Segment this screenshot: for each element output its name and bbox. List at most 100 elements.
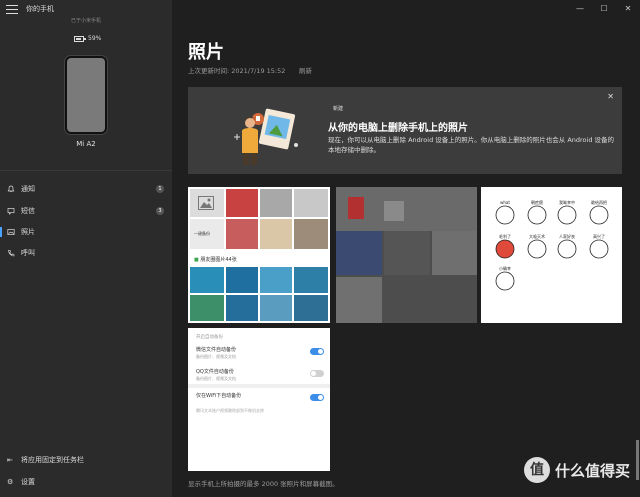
- watermark-logo: 值: [523, 457, 550, 483]
- photo-tile: [226, 267, 258, 293]
- photo-thumbnail-1[interactable]: 一键备份 ■ 朋友圈图片44张: [188, 187, 330, 323]
- sticker-face: [495, 271, 515, 291]
- photo-thumbnail-3[interactable]: what 朝疙瘩 我呦幸中 敢给再把毛利了 大吸灭术 人家好丧 高兴了小确幸: [481, 187, 622, 323]
- photo-icon: [7, 228, 15, 236]
- hamburger-menu-icon[interactable]: [6, 5, 18, 15]
- page-title: 照片: [188, 42, 224, 63]
- backup-setting-row: 微信文件自动备份 备份图片、视频及文档: [196, 346, 324, 360]
- setting-title: 微信文件自动备份: [196, 347, 237, 353]
- sticker-tile: 一键备份: [190, 219, 224, 249]
- battery-percent: 59%: [88, 35, 102, 42]
- watermark: 值 什么值得买: [523, 457, 630, 483]
- photo-tile: [294, 267, 328, 293]
- backup-setting-row: 仅在WiFi下自动备份: [196, 392, 324, 401]
- sticker-label: 毛利了: [499, 233, 511, 239]
- sidebar-item-messages[interactable]: 短信 3: [0, 202, 172, 220]
- photo-tile: [260, 219, 292, 249]
- sticker-face: [589, 205, 609, 225]
- photo-tile: [294, 189, 328, 217]
- sidebar: 你的手机 已于小米手机 59% Mi A2 通知 1 短信 3 照片 呼叫 ⇤ …: [0, 0, 172, 497]
- bell-icon: [7, 185, 15, 193]
- phone-call-icon: [7, 249, 15, 257]
- photo-tile: [260, 267, 292, 293]
- connected-status: 已于小米手机: [70, 18, 101, 24]
- photo-tile: [384, 231, 430, 275]
- sidebar-item-notifications[interactable]: 通知 1: [0, 180, 172, 198]
- album-label: 朋友圈图片44张: [200, 257, 237, 263]
- photo-thumbnail-4[interactable]: 开启自动备份 微信文件自动备份 备份图片、视频及文档 QQ文件自动备份 备份图片…: [188, 328, 330, 471]
- photo-tile: [348, 197, 364, 219]
- sticker-label: 高兴了: [593, 233, 605, 239]
- photo-tile: [260, 295, 292, 321]
- sticker-face: [589, 239, 609, 259]
- sticker-label: 我呦幸中: [559, 199, 575, 205]
- sticker-label: what: [500, 200, 510, 205]
- notification-count-badge: 1: [156, 185, 164, 193]
- photo-thumbnail-2[interactable]: [336, 187, 477, 323]
- photo-tile: [190, 295, 224, 321]
- album-header: ■ 朋友圈图片44张: [190, 253, 328, 265]
- last-update-time: 上次更新时间: 2021/7/19 15:52: [188, 67, 286, 75]
- main-content: — ☐ ✕ 照片 上次更新时间: 2021/7/19 15:52 刷新 ✕ 新建…: [172, 0, 640, 497]
- watermark-text: 什么值得买: [554, 461, 630, 480]
- photo-tile: [432, 231, 477, 275]
- settings-label: 设置: [21, 478, 35, 486]
- sticker-label: 敢给再把: [591, 199, 607, 205]
- photo-tile: [294, 295, 328, 321]
- close-icon[interactable]: ✕: [616, 0, 640, 16]
- photo-tile: [336, 277, 382, 323]
- album-check-icon: ■: [194, 257, 199, 263]
- banner-title: 从你的电脑上删除手机上的照片: [328, 123, 468, 134]
- setting-title: 仅在WiFi下自动备份: [196, 393, 242, 399]
- window-controls: — ☐ ✕: [568, 0, 640, 16]
- photo-tile: [336, 231, 382, 275]
- banner-description: 现在，你可以从电脑上删除 Android 设备上的照片。你从电脑上删除的照片也会…: [328, 136, 615, 154]
- sticker-text: 一键备份: [194, 231, 210, 236]
- photo-tile: [384, 201, 404, 221]
- app-title: 你的手机: [26, 5, 54, 13]
- sidebar-item-label: 通知: [21, 185, 35, 193]
- vertical-scrollbar[interactable]: [636, 440, 639, 480]
- photo-tile: [294, 219, 328, 249]
- sticker-face: [557, 205, 577, 225]
- pin-to-taskbar-button[interactable]: ⇤ 将应用固定到任务栏: [0, 452, 172, 468]
- photo-tile: [190, 267, 224, 293]
- sidebar-item-photos[interactable]: 照片: [0, 223, 172, 241]
- sticker-label: 朝疙瘩: [531, 199, 543, 205]
- sticker-grid: what 朝疙瘩 我呦幸中 敢给再把毛利了 大吸灭术 人家好丧 高兴了小确幸: [495, 199, 609, 291]
- sticker-face: [557, 239, 577, 259]
- sticker-face: [495, 205, 515, 225]
- phone-image: [65, 56, 107, 134]
- message-count-badge: 3: [156, 207, 164, 215]
- settings-note: 腾讯文本账户视频删除部到不做机去除: [196, 408, 264, 413]
- settings-button[interactable]: ⚙ 设置: [0, 474, 172, 490]
- pin-taskbar-label: 将应用固定到任务栏: [21, 456, 84, 464]
- sticker-label: 小确幸: [499, 265, 511, 271]
- backup-setting-row: QQ文件自动备份 备份图片、视频及文档: [196, 368, 324, 382]
- active-indicator: [0, 227, 2, 237]
- battery-icon: [74, 35, 86, 42]
- toggle-switch: [310, 348, 324, 355]
- sticker-label: 大吸灭术: [529, 233, 545, 239]
- toggle-switch: [310, 394, 324, 401]
- setting-subtitle: 备份图片、视频及文档: [196, 354, 236, 359]
- sidebar-item-calls[interactable]: 呼叫: [0, 244, 172, 262]
- refresh-link[interactable]: 刷新: [299, 65, 312, 75]
- setting-title: QQ文件自动备份: [196, 369, 234, 375]
- photo-tile: [260, 189, 292, 217]
- maximize-icon[interactable]: ☐: [592, 0, 616, 16]
- close-icon[interactable]: ✕: [607, 92, 614, 101]
- toggle-switch: [310, 370, 324, 377]
- pin-icon: ⇤: [7, 456, 13, 464]
- photo-tile: [226, 219, 258, 249]
- minimize-icon[interactable]: —: [568, 0, 592, 16]
- whats-new-banner: ✕ 新建 从你的电脑上删除手机上的照片 现在，你可以从电脑上删除 Android…: [188, 87, 622, 174]
- sidebar-divider: [0, 170, 172, 171]
- sticker-label: 人家好丧: [559, 233, 575, 239]
- image-icon: [198, 196, 214, 210]
- sticker-face: [527, 205, 547, 225]
- sticker-face: [495, 239, 515, 259]
- settings-section-title: 开启自动备份: [196, 335, 223, 340]
- photo-tile: [226, 295, 258, 321]
- banner-illustration: [234, 108, 298, 165]
